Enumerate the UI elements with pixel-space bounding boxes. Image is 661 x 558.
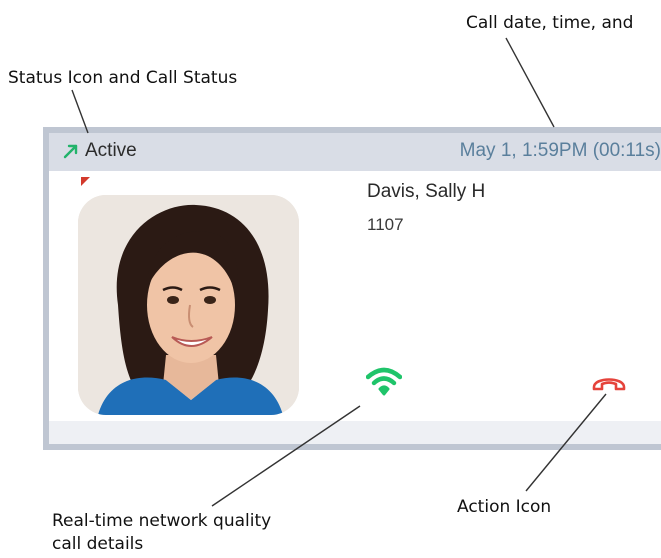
avatar <box>78 195 299 415</box>
leader-call-date <box>505 37 555 128</box>
flag-icon <box>81 177 90 186</box>
contact-name: Davis, Sally H <box>367 181 486 202</box>
contact-card[interactable]: Davis, Sally H 1107 <box>49 171 661 421</box>
callout-call-date: Call date, time, and <box>466 13 634 33</box>
panel-footer-strip <box>49 421 661 444</box>
call-status: Active <box>85 140 137 161</box>
callout-status: Status Icon and Call Status <box>8 68 238 88</box>
callout-network-line2: call details <box>52 534 144 554</box>
hangup-phone-icon[interactable] <box>591 371 627 393</box>
callout-network-line1: Real-time network quality <box>52 511 272 531</box>
callout-action: Action Icon <box>457 497 552 517</box>
outgoing-arrow-icon <box>63 144 78 159</box>
call-panel: Active May 1, 1:59PM (00:11s) Davis, Sal… <box>43 127 661 450</box>
wifi-signal-icon[interactable] <box>366 367 402 397</box>
call-date-time: May 1, 1:59PM (00:11s) <box>459 140 661 161</box>
status-bar: Active May 1, 1:59PM (00:11s) <box>49 133 661 171</box>
call-panel-inner: Active May 1, 1:59PM (00:11s) Davis, Sal… <box>49 133 661 444</box>
contact-extension: 1107 <box>367 215 404 234</box>
